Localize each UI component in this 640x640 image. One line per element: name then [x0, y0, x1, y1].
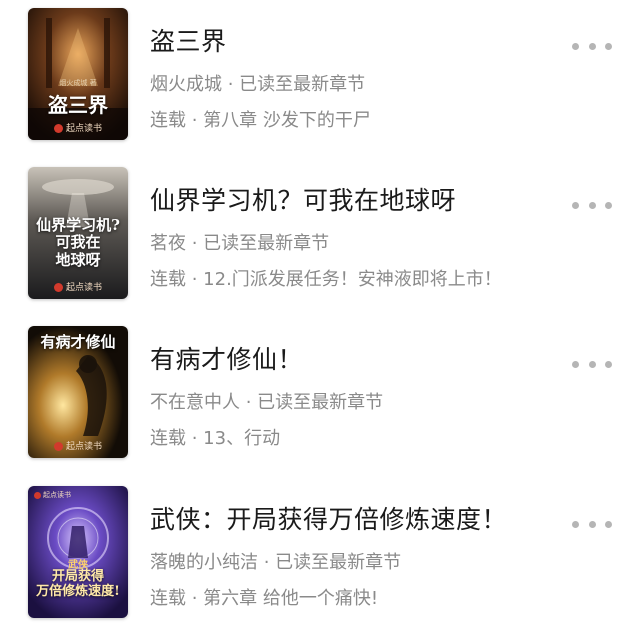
book-item-3[interactable]: 有病才修仙 起点读书 有病才修仙！ 不在意中人 · 已读至最新章节 连载 · 1… [0, 326, 640, 460]
cover-author: 烟火成城 著 [59, 79, 97, 87]
book-item-4[interactable]: 武侠 开局获得 万倍修炼速度! 起点读书 武侠：开局获得万倍修炼速度！ 落魄的小… [0, 486, 640, 620]
book-meta: 落魄的小纯洁 · 已读至最新章节 [150, 552, 402, 573]
book-title[interactable]: 盗三界 [150, 22, 227, 58]
book-title[interactable]: 武侠：开局获得万倍修炼速度！ [150, 500, 507, 536]
cover-title: 仙界学习机? 可我在 地球呀 [36, 216, 120, 269]
book-progress: 连载 · 13、行动 [150, 428, 281, 449]
book-cover-1[interactable]: 烟火成城 著 盗三界 起点读书 [28, 8, 128, 140]
cover-title: 有病才修仙 [40, 333, 116, 351]
book-item-1[interactable]: 烟火成城 著 盗三界 起点读书 盗三界 烟火成城 · 已读至最新章节 连载 · … [0, 8, 640, 142]
cover-title: 开局获得 万倍修炼速度! [36, 569, 120, 599]
book-title[interactable]: 仙界学习机？可我在地球呀 [150, 181, 456, 217]
book-meta: 烟火成城 · 已读至最新章节 [150, 74, 366, 95]
book-progress: 连载 · 12.门派发展任务！安神液即将上市！ [150, 269, 502, 290]
publisher-badge-top: 起点读书 [34, 490, 71, 500]
qidian-logo-icon [53, 283, 63, 292]
cover-title: 盗三界 [48, 93, 108, 117]
book-cover-4[interactable]: 武侠 开局获得 万倍修炼速度! 起点读书 [28, 486, 128, 618]
book-cover-3[interactable]: 有病才修仙 起点读书 [28, 326, 128, 458]
more-options-icon[interactable] [572, 195, 612, 215]
more-options-icon[interactable] [572, 36, 612, 56]
more-options-icon[interactable] [572, 514, 612, 534]
book-progress: 连载 · 第八章 沙发下的干尸 [150, 110, 371, 131]
book-title[interactable]: 有病才修仙！ [150, 340, 303, 376]
qidian-logo-icon [53, 124, 63, 133]
qidian-logo-icon [53, 442, 63, 451]
more-options-icon[interactable] [572, 354, 612, 374]
book-meta: 不在意中人 · 已读至最新章节 [150, 392, 384, 413]
qidian-logo-icon [34, 491, 41, 499]
book-meta: 茗夜 · 已读至最新章节 [150, 233, 330, 254]
publisher-badge: 起点读书 [28, 280, 128, 293]
book-item-2[interactable]: 仙界学习机? 可我在 地球呀 起点读书 仙界学习机？可我在地球呀 茗夜 · 已读… [0, 167, 640, 301]
publisher-badge: 起点读书 [28, 121, 128, 134]
publisher-badge: 起点读书 [28, 439, 128, 452]
book-cover-2[interactable]: 仙界学习机? 可我在 地球呀 起点读书 [28, 167, 128, 299]
book-progress: 连载 · 第六章 给他一个痛快! [150, 588, 379, 609]
